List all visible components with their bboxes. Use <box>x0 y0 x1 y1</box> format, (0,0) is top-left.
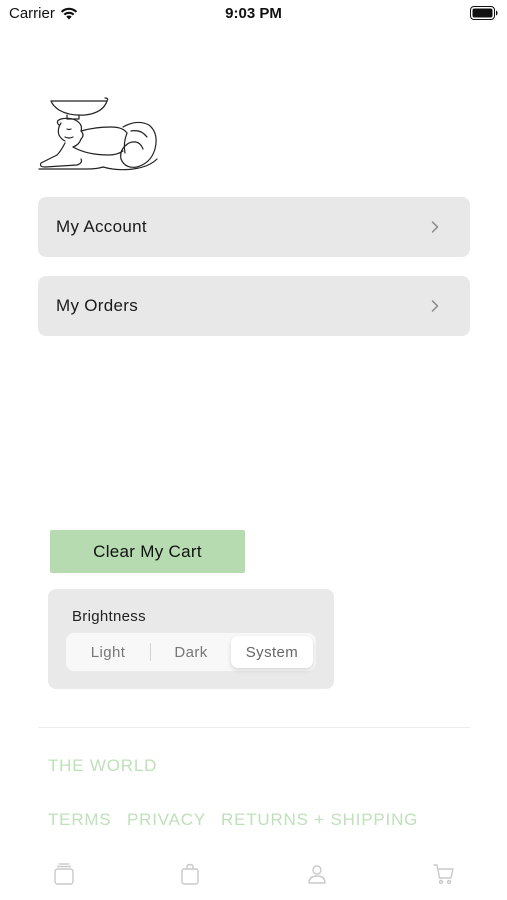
returns-shipping-link[interactable]: RETURNS + SHIPPING <box>221 810 418 830</box>
privacy-link[interactable]: PRIVACY <box>127 810 206 830</box>
terms-link[interactable]: TERMS <box>48 810 112 830</box>
segment-light[interactable]: Light <box>66 633 150 671</box>
segment-dark[interactable]: Dark <box>151 633 231 671</box>
person-icon[interactable] <box>305 862 329 886</box>
brightness-card: Brightness Light Dark System <box>48 589 334 689</box>
segment-system[interactable]: System <box>231 636 313 668</box>
brightness-title: Brightness <box>72 608 146 625</box>
cart-icon[interactable] <box>432 862 456 886</box>
footer-divider <box>38 727 470 728</box>
bag-icon[interactable] <box>178 862 202 886</box>
chevron-right-icon <box>431 221 439 233</box>
lion-logo <box>38 97 158 171</box>
the-world-link[interactable]: THE WORLD <box>48 756 157 776</box>
my-orders-row[interactable]: My Orders <box>38 276 470 336</box>
my-account-row[interactable]: My Account <box>38 197 470 257</box>
status-bar: Carrier 9:03 PM <box>0 0 507 30</box>
status-time: 9:03 PM <box>225 5 282 22</box>
battery-icon <box>470 6 498 20</box>
clear-cart-button[interactable]: Clear My Cart <box>50 530 245 573</box>
brightness-segmented-control: Light Dark System <box>66 633 316 671</box>
collection-icon[interactable] <box>52 862 76 886</box>
chevron-right-icon <box>431 300 439 312</box>
my-account-label: My Account <box>56 217 147 236</box>
my-orders-label: My Orders <box>56 296 139 315</box>
